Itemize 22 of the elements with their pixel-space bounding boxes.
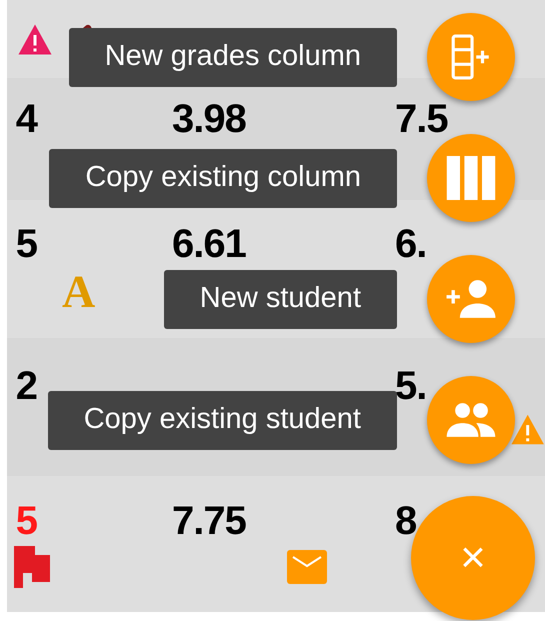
mail-icon: [287, 550, 327, 584]
add-person-icon: [444, 279, 498, 319]
action-label[interactable]: Copy existing student: [48, 390, 397, 450]
grade-letter: A: [62, 268, 96, 314]
grade-cell: 3.98: [172, 96, 246, 140]
warning-icon: [17, 22, 53, 56]
warning-icon: [510, 413, 545, 446]
grade-cell: 7.5: [395, 96, 448, 140]
grade-cell: 4: [16, 96, 37, 140]
grade-cell: 2: [16, 364, 37, 408]
grade-cell: 5: [16, 498, 37, 542]
grade-cell: 6.61: [172, 222, 246, 266]
action-label[interactable]: New grades column: [68, 28, 397, 86]
flag-icon: [14, 546, 50, 588]
grade-cell: 5.: [395, 364, 426, 408]
grade-cell: 7.75: [172, 498, 246, 542]
grade-cell: 6.: [395, 222, 426, 266]
action-label[interactable]: New student: [164, 270, 397, 328]
columns-icon: [446, 156, 496, 200]
action-label[interactable]: Copy existing column: [49, 148, 397, 208]
grade-cell: 5: [16, 222, 37, 266]
group-icon: [444, 401, 498, 439]
